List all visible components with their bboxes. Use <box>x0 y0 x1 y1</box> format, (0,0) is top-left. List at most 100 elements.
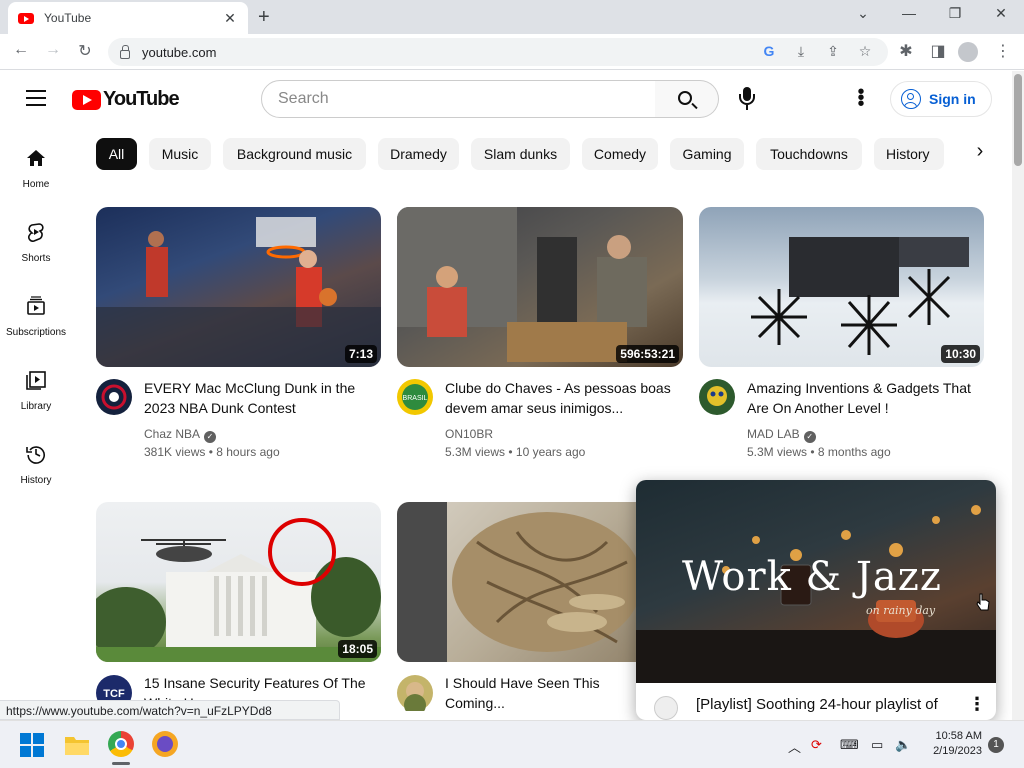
guide-item-history[interactable]: History <box>0 444 72 486</box>
chip-dramedy[interactable]: Dramedy <box>378 138 459 170</box>
view-count: 5.3M views <box>747 445 808 459</box>
address-bar[interactable]: youtube.com G ⤓ ⇪ ☆ <box>108 38 888 66</box>
guide-item-shorts[interactable]: Shorts <box>0 222 72 264</box>
install-app-icon[interactable]: ⤓ <box>792 43 810 60</box>
video-title[interactable]: 15 Insane Security Features Of The White… <box>144 673 376 700</box>
channel-avatar[interactable] <box>699 379 735 415</box>
video-duration: 18:05 <box>338 640 377 658</box>
channel-name[interactable]: MAD LAB ✓ <box>747 427 816 443</box>
notification-count-badge[interactable]: 1 <box>988 737 1004 753</box>
settings-more-icon[interactable]: • • • <box>856 82 866 114</box>
channel-name-text: Chaz NBA <box>144 427 201 441</box>
minimize-icon[interactable]: — <box>894 5 924 21</box>
preview-video-frame[interactable]: Work & Jazz on rainy day <box>636 480 996 683</box>
video-thumbnail[interactable]: 7:13 <box>96 207 381 367</box>
share-icon[interactable]: ⇪ <box>824 43 842 60</box>
view-count: 5.3M views <box>445 445 506 459</box>
chip-all[interactable]: All <box>96 138 137 170</box>
file-explorer-icon[interactable] <box>64 734 90 756</box>
bookmark-star-icon[interactable]: ☆ <box>856 43 874 60</box>
youtube-logo-text: YouTube <box>103 88 180 110</box>
youtube-favicon-icon <box>18 12 34 24</box>
keyboard-icon[interactable]: ⌨ <box>840 737 859 753</box>
chip-background-music[interactable]: Background music <box>223 138 366 170</box>
channel-name[interactable]: Chaz NBA ✓ <box>144 427 217 443</box>
tab-search-chevron-down-icon[interactable]: ⌄ <box>848 5 878 22</box>
guide-item-home[interactable]: Home <box>0 148 72 190</box>
show-hidden-icons-chevron-icon[interactable]: ︿ <box>788 737 801 756</box>
sign-in-label: Sign in <box>929 91 976 107</box>
video-thumbnail[interactable]: 10:30 <box>699 207 984 367</box>
video-title[interactable]: Amazing Inventions & Gadgets That Are On… <box>747 378 979 418</box>
channel-avatar[interactable] <box>96 379 132 415</box>
chips-next-chevron-icon[interactable]: › <box>968 140 992 168</box>
video-title[interactable]: I Should Have Seen This Coming... <box>445 673 645 713</box>
guide-label-history: History <box>20 475 52 486</box>
view-count: 381K views <box>144 445 206 459</box>
page-scrollbar-thumb[interactable] <box>1014 74 1022 166</box>
youtube-logo[interactable]: YouTube <box>72 88 180 111</box>
google-lens-icon[interactable]: G <box>760 43 778 59</box>
voice-search-mic-icon[interactable] <box>738 87 756 111</box>
back-icon[interactable]: ← <box>10 41 32 59</box>
video-thumbnail[interactable]: 596:53:21 <box>397 207 683 367</box>
volume-speaker-icon[interactable]: 🔈 <box>895 737 911 753</box>
channel-avatar[interactable] <box>654 696 678 720</box>
close-window-icon[interactable]: ✕ <box>986 5 1016 22</box>
video-hover-preview[interactable]: Work & Jazz on rainy day [Playlist] Soot… <box>636 480 996 720</box>
video-duration: 10:30 <box>941 345 980 363</box>
preview-video-title[interactable]: [Playlist] Soothing 24-hour playlist of <box>696 696 938 713</box>
guide-item-library[interactable]: Library <box>0 370 72 412</box>
white-house-image <box>96 518 381 662</box>
browser-tab[interactable]: YouTube ✕ <box>8 2 248 34</box>
video-metadata: 5.3M views • 10 years ago <box>445 445 586 459</box>
side-panel-icon[interactable]: ◨ <box>927 41 949 61</box>
chip-music[interactable]: Music <box>149 138 211 170</box>
profile-avatar-icon[interactable] <box>958 42 978 62</box>
search-button[interactable] <box>655 80 719 118</box>
mouse-hand-cursor-icon <box>976 593 990 611</box>
sign-in-button[interactable]: Sign in <box>890 81 992 117</box>
page-scrollbar-track[interactable] <box>1012 71 1024 720</box>
browser-menu-icon[interactable]: ⋮ <box>992 41 1014 61</box>
shorts-icon <box>28 223 44 242</box>
youtube-masthead: YouTube Search • • • Sign in <box>0 71 1012 127</box>
brave-browser-icon[interactable] <box>152 731 178 757</box>
sync-alert-icon[interactable]: ⟳ <box>811 737 822 753</box>
subscriptions-icon <box>27 296 45 315</box>
guide-menu-icon[interactable] <box>26 90 46 106</box>
verified-check-icon: ✓ <box>204 431 217 443</box>
system-clock[interactable]: 10:58 AM 2/19/2023 <box>922 729 982 759</box>
upload-age: 10 years ago <box>515 445 586 459</box>
forward-icon[interactable]: → <box>42 41 64 59</box>
dunk-scene-image <box>96 217 381 367</box>
svg-text:BRASIL: BRASIL <box>403 395 428 402</box>
tab-close-icon[interactable]: ✕ <box>222 10 238 27</box>
tab-title: YouTube <box>44 11 92 25</box>
preview-more-actions-icon[interactable]: ⋮ <box>968 694 986 715</box>
channel-avatar[interactable] <box>397 675 433 716</box>
chip-touchdowns[interactable]: Touchdowns <box>756 138 862 170</box>
windows-start-icon[interactable] <box>20 733 44 757</box>
video-thumbnail[interactable]: 18:05 <box>96 502 381 662</box>
channel-name-text: MAD LAB <box>747 427 800 441</box>
extensions-puzzle-icon[interactable]: ✱ <box>895 41 917 61</box>
chip-slam-dunks[interactable]: Slam dunks <box>471 138 570 170</box>
new-tab-button[interactable]: + <box>258 6 270 29</box>
video-title[interactable]: EVERY Mac McClung Dunk in the 2023 NBA D… <box>144 378 376 418</box>
chip-history[interactable]: History <box>874 138 944 170</box>
chip-gaming[interactable]: Gaming <box>670 138 744 170</box>
preview-overlay-subtitle: on rainy day <box>866 604 936 617</box>
channel-name[interactable]: ON10BR <box>445 427 493 441</box>
chip-comedy[interactable]: Comedy <box>582 138 658 170</box>
guide-item-subscriptions[interactable]: Subscriptions <box>0 296 72 338</box>
chrome-taskbar-icon[interactable] <box>108 731 134 757</box>
active-app-indicator <box>112 762 130 765</box>
search-input[interactable]: Search <box>261 80 656 118</box>
snow-vehicle-image <box>751 237 969 355</box>
video-title[interactable]: Clube do Chaves - As pessoas boas devem … <box>445 378 677 418</box>
restore-icon[interactable]: ❐ <box>940 5 970 22</box>
network-display-icon[interactable]: ▭ <box>871 737 883 753</box>
reload-icon[interactable]: ↻ <box>74 41 96 61</box>
channel-avatar[interactable]: BRASIL <box>397 379 433 415</box>
